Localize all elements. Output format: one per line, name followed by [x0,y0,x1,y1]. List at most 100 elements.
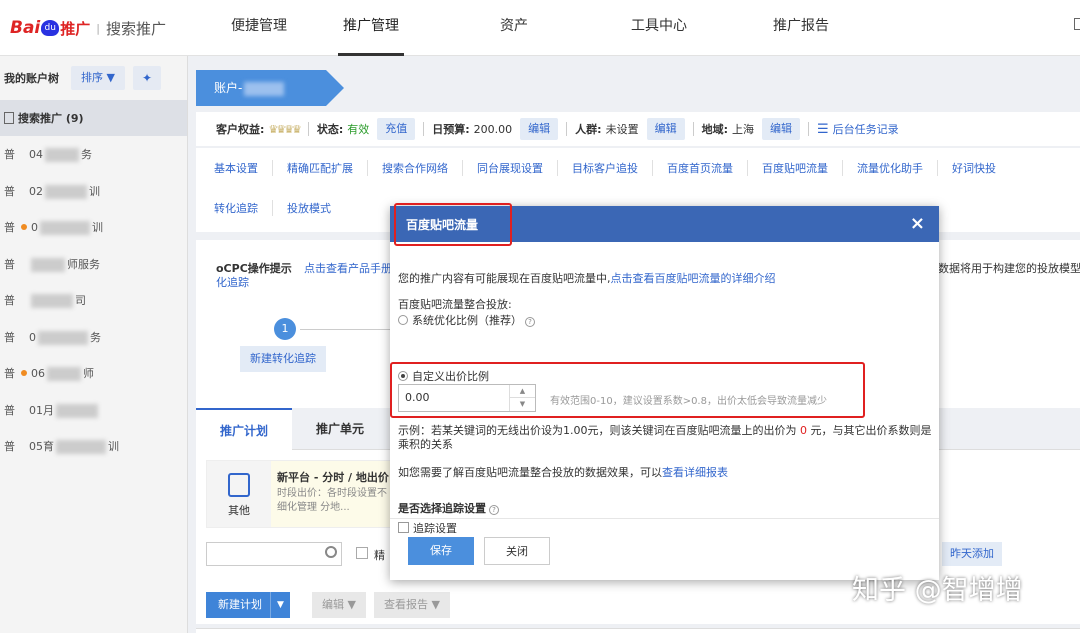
tab-adgroup[interactable]: 推广单元 [292,408,388,450]
merge-label: 百度贴吧流量整合投放: [398,298,512,311]
cancel-button[interactable]: 关闭 [484,537,550,565]
tool-link[interactable]: 基本设置 [214,160,273,176]
sort-button[interactable]: 排序 ▼ [71,66,125,90]
example-red-value: 0 [800,424,807,437]
detail-report-link[interactable]: 查看详细报表 [662,466,728,479]
close-icon[interactable]: × [910,213,925,234]
help-icon[interactable]: ? [489,505,499,515]
status-dot [21,370,27,377]
new-platform-card[interactable]: 其他 新平台 - 分时 / 地出价 时段出价：各时段设置不 细化管理 分地... [206,460,396,528]
edit-dropdown[interactable]: 编辑 ▼ [312,592,366,618]
sidebar-header: 我的账户树 排序 ▼ ✦ [0,56,187,100]
system-option-label: 系统优化比例（推荐） [412,314,522,327]
account-name-suffix: 务 [81,148,92,162]
pin-icon[interactable]: ✦ [132,66,161,90]
card-icon-area: 其他 [207,461,271,527]
stepper-arrows[interactable]: ▲ ▼ [509,385,535,411]
chevron-down-icon[interactable]: ▼ [270,592,290,618]
tab-campaign[interactable]: 推广计划 [196,408,292,450]
sidebar-account-item[interactable]: 普0训 [0,209,187,246]
tool-link[interactable]: 同台展现设置 [477,160,558,176]
sidebar-account-item[interactable]: 普 01月 [0,392,187,429]
bid-ratio-input[interactable] [405,391,505,404]
tool-link[interactable]: 精确匹配扩展 [287,160,368,176]
tool-link[interactable]: 百度首页流量 [667,160,748,176]
sidebar-account-item[interactable]: 普 06 师 [0,355,187,392]
account-info-bar: 客户权益: ♛♛♛♛ 状态: 有效 充值 日预算: 200.00 编辑 人群: … [196,112,1080,146]
tool-link[interactable]: 目标客户追投 [572,160,653,176]
exit-icon[interactable] [1074,18,1080,30]
plan-type-tag: 普 [4,403,15,417]
precise-checkbox-label: 精 [374,549,385,562]
plan-type-tag: 普 [4,440,15,454]
range-hint: 有效范围0-10，建议设置系数>0.8，出价太低会导致流量减少 [550,396,827,407]
tool-link[interactable]: 转化追踪 [214,200,273,216]
plan-type-tag: 普 [4,367,15,381]
tool-link[interactable]: 搜索合作网络 [382,160,463,176]
edit-region-button[interactable]: 编辑 [761,118,800,140]
ocpc-manual-link[interactable]: 点击查看产品手册 [304,260,392,276]
edit-crowd-button[interactable]: 编辑 [646,118,685,140]
ocpc-tracking-link[interactable]: 化追踪 [216,274,249,290]
sidebar-account-item[interactable]: 普 04 务 [0,136,187,173]
top-nav: 便捷管理 推广管理 资产 工具中心 推广报告 [200,0,834,56]
plan-type-tag: 普 [4,221,15,235]
task-record-link[interactable]: 后台任务记录 [833,121,899,137]
tool-link[interactable]: 投放模式 [287,200,345,216]
sidebar-account-item[interactable]: 普 0务 [0,319,187,356]
edit-budget-button[interactable]: 编辑 [520,118,559,140]
status-dot [21,224,27,231]
bid-ratio-stepper[interactable]: ▲ ▼ [398,384,536,412]
sidebar-group-search[interactable]: 搜索推广 (9) [0,100,187,136]
account-name: 司 [29,292,86,309]
logo-bai: Bai [10,18,41,38]
plan-type-tag: 普 [4,257,15,271]
help-icon[interactable]: ? [525,317,535,327]
save-button[interactable]: 保存 [408,537,474,565]
chevron-up-icon[interactable]: ▲ [510,385,535,398]
new-tracking-button[interactable]: 新建转化追踪 [240,346,326,372]
intro-label: 您的推广内容有可能展现在百度贴吧流量中, [398,272,611,285]
new-plan-button[interactable]: 新建计划 ▼ [206,592,290,618]
recharge-button[interactable]: 充值 [377,118,416,140]
search-icon[interactable] [325,546,337,558]
nav-assets[interactable]: 资产 [484,0,544,56]
yesterday-add-button[interactable]: 昨天添加 [942,542,1002,566]
nav-quick-manage[interactable]: 便捷管理 [200,0,318,56]
account-name-prefix: 04 [29,148,43,162]
precise-checkbox[interactable] [356,547,368,559]
budget-value: 200.00 [473,122,513,136]
plan-type-tag: 普 [4,330,15,344]
sidebar-account-item[interactable]: 普司 [0,282,187,319]
sidebar-account-item[interactable]: 普 师服务 [0,246,187,283]
account-breadcrumb[interactable]: 账户- [196,70,344,106]
ocpc-right-text: 数据将用于构建您的投放模型, [938,262,1080,275]
sidebar-account-item[interactable]: 普 02 训 [0,173,187,210]
option-custom[interactable]: 自定义出价比例 [398,368,489,384]
tool-link[interactable]: 好词快投 [952,160,1010,176]
system-radio[interactable] [398,315,408,325]
baidu-logo[interactable]: Bai du 推广 | 搜索推广 [10,14,166,42]
view-report-dropdown[interactable]: 查看报告 ▼ [374,592,450,618]
chevron-down-icon[interactable]: ▼ [510,398,535,411]
form-icon [228,473,250,497]
account-name: 0务 [29,329,101,345]
crowd-value: 未设置 [605,123,639,136]
plan-type-tag: 普 [4,148,15,162]
account-name-suffix: 师服务 [67,257,100,271]
tieba-traffic-dialog: 百度贴吧流量 × 您的推广内容有可能展现在百度贴吧流量中,点击查看百度贴吧流量的… [390,203,939,580]
intro-link[interactable]: 点击查看百度贴吧流量的详细介绍 [611,272,776,285]
account-name: 02 训 [29,183,100,199]
nav-promotion-manage[interactable]: 推广管理 [338,0,404,56]
table-top-line [196,628,1080,633]
search-input[interactable] [206,542,342,566]
sidebar-account-item[interactable]: 普 05育 训 [0,428,187,465]
data-effect-text: 如您需要了解百度贴吧流量整合投放的数据效果，可以查看详细报表 [398,464,728,480]
option-system[interactable]: 系统优化比例（推荐）? [398,312,535,328]
account-name-prefix: 0 [31,221,38,235]
nav-report[interactable]: 推广报告 [768,0,834,56]
tool-link[interactable]: 流量优化助手 [857,160,938,176]
nav-tool-center[interactable]: 工具中心 [626,0,692,56]
tool-link[interactable]: 百度贴吧流量 [762,160,843,176]
custom-radio[interactable] [398,371,408,381]
